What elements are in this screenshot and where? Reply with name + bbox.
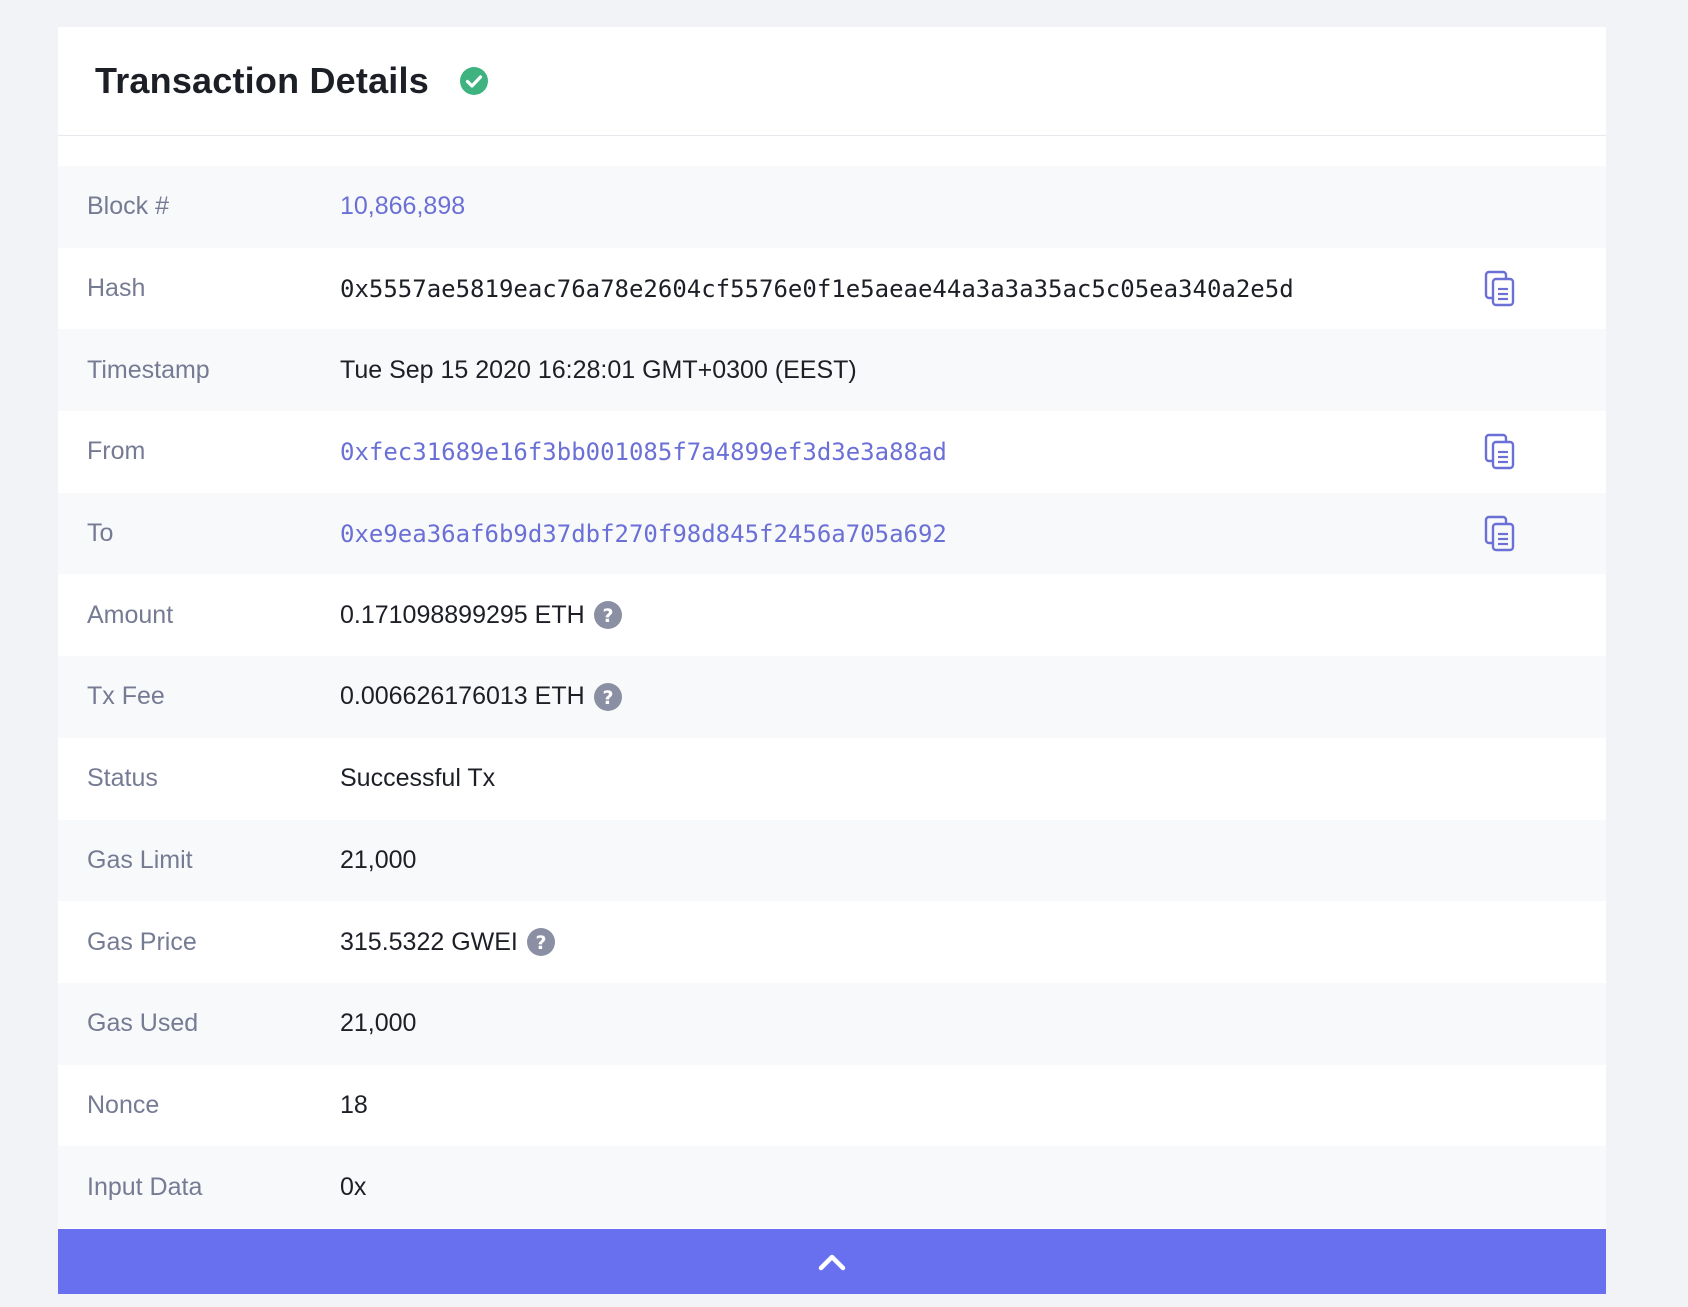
card-header: Transaction Details	[58, 27, 1606, 136]
collapse-details-button[interactable]	[58, 1229, 1606, 1294]
row-nonce: Nonce 18	[58, 1065, 1606, 1147]
row-timestamp: Timestamp Tue Sep 15 2020 16:28:01 GMT+0…	[58, 329, 1606, 412]
row-label: Status	[87, 764, 158, 793]
from-address-link[interactable]: 0xfec31689e16f3bb001085f7a4899ef3d3e3a88…	[340, 438, 947, 466]
transaction-hash: 0x5557ae5819eac76a78e2604cf5576e0f1e5aea…	[340, 274, 1294, 303]
row-status: Status Successful Tx	[58, 738, 1606, 820]
row-gas-limit: Gas Limit 21,000	[58, 819, 1606, 902]
row-label: Nonce	[87, 1090, 160, 1119]
detail-rows: Block # 10,866,898 Hash 0x5557ae5819eac7…	[58, 166, 1606, 1228]
svg-text:?: ?	[602, 687, 613, 709]
status-value: Successful Tx	[340, 764, 496, 793]
to-address-link[interactable]: 0xe9ea36af6b9d37dbf270f98d845f2456a705a6…	[340, 520, 947, 548]
copy-to-button[interactable]	[1480, 514, 1520, 554]
page-title: Transaction Details	[95, 60, 429, 101]
copy-icon	[1484, 433, 1515, 470]
svg-text:?: ?	[535, 932, 546, 954]
svg-text:?: ?	[602, 605, 613, 627]
row-gas-used: Gas Used 21,000	[58, 982, 1606, 1065]
gas-limit-value: 21,000	[340, 845, 417, 874]
row-block: Block # 10,866,898	[58, 166, 1606, 248]
timestamp-value: Tue Sep 15 2020 16:28:01 GMT+0300 (EEST)	[340, 355, 857, 384]
amount-value-wrap: 0.171098899295 ETH ?	[340, 600, 623, 630]
row-gas-price: Gas Price 315.5322 GWEI ?	[58, 901, 1606, 983]
row-label: Block #	[87, 192, 169, 221]
gas-price-value-wrap: 315.5322 GWEI ?	[340, 927, 556, 957]
row-label: To	[87, 519, 114, 548]
row-label: Gas Limit	[87, 845, 193, 874]
amount-value: 0.171098899295 ETH	[340, 600, 585, 629]
row-label: From	[87, 437, 146, 466]
transaction-details-card: Transaction Details Block # 10,866,898 H…	[58, 27, 1606, 1294]
question-circle-icon[interactable]: ?	[526, 927, 556, 957]
nonce-value: 18	[340, 1090, 368, 1119]
chevron-up-icon	[818, 1254, 846, 1270]
row-input-data: Input Data 0x	[58, 1146, 1606, 1228]
copy-from-button[interactable]	[1480, 432, 1520, 472]
block-number-link[interactable]: 10,866,898	[340, 192, 465, 221]
check-circle-icon	[459, 66, 489, 96]
row-label: Hash	[87, 274, 146, 303]
row-label: Timestamp	[87, 355, 210, 384]
tx-fee-value-wrap: 0.006626176013 ETH ?	[340, 682, 623, 712]
row-label: Gas Price	[87, 927, 197, 956]
input-data-value: 0x	[340, 1172, 367, 1201]
row-label: Gas Used	[87, 1009, 199, 1038]
row-label: Amount	[87, 600, 174, 629]
question-circle-icon[interactable]: ?	[593, 682, 623, 712]
copy-icon	[1484, 270, 1515, 306]
gas-used-value: 21,000	[340, 1009, 417, 1038]
row-to: To 0xe9ea36af6b9d37dbf270f98d845f2456a70…	[58, 492, 1606, 575]
row-amount: Amount 0.171098899295 ETH ?	[58, 574, 1606, 656]
copy-icon	[1484, 515, 1515, 551]
row-label: Tx Fee	[87, 682, 165, 711]
question-circle-icon[interactable]: ?	[593, 600, 623, 630]
tx-fee-value: 0.006626176013 ETH	[340, 682, 585, 711]
row-hash: Hash 0x5557ae5819eac76a78e2604cf5576e0f1…	[58, 248, 1606, 330]
copy-hash-button[interactable]	[1480, 269, 1520, 309]
row-label: Input Data	[87, 1172, 203, 1201]
row-from: From 0xfec31689e16f3bb001085f7a4899ef3d3…	[58, 411, 1606, 493]
row-tx-fee: Tx Fee 0.006626176013 ETH ?	[58, 656, 1606, 738]
gas-price-value: 315.5322 GWEI	[340, 927, 518, 956]
